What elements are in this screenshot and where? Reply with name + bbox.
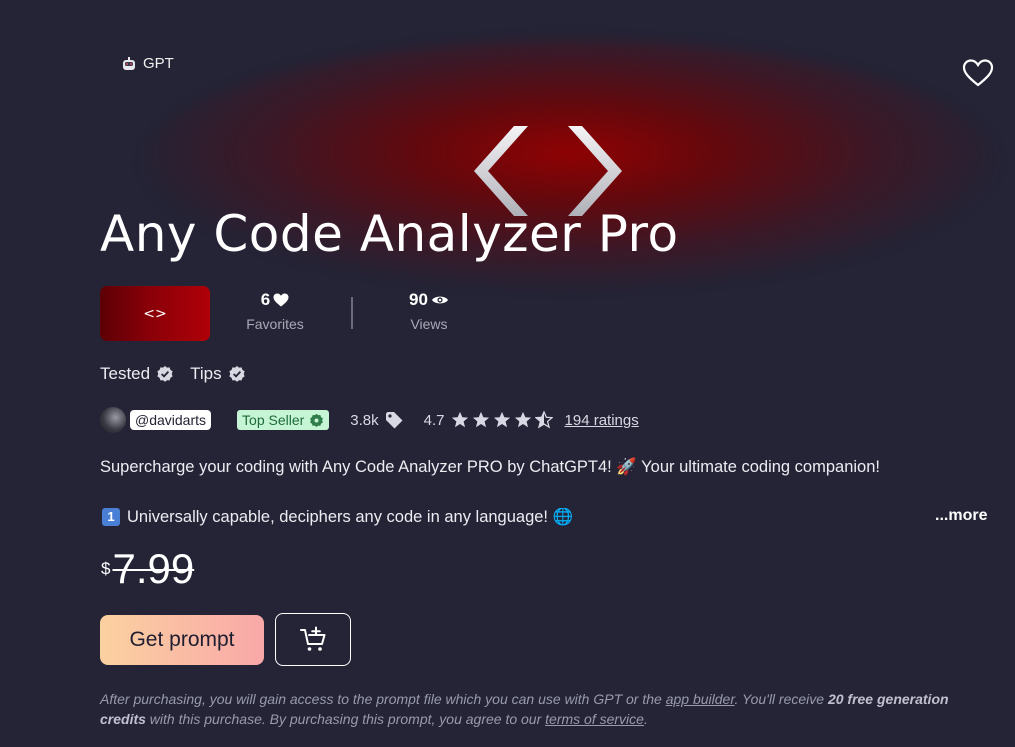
read-more-link[interactable]: ...more	[935, 507, 987, 525]
thumbnail-code-glyph: <>	[143, 305, 167, 322]
tips-badge: Tips	[190, 364, 246, 384]
tested-label: Tested	[100, 364, 151, 383]
description-line-2: 1 Universally capable, deciphers any cod…	[102, 508, 573, 526]
terms-of-service-link[interactable]: terms of service	[545, 711, 644, 727]
stats-divider	[351, 297, 353, 329]
disclaimer-text-4: .	[643, 711, 648, 727]
tag-icon	[385, 412, 403, 429]
sales-count: 3.8k	[350, 411, 403, 429]
top-seller-badge: Top Seller	[237, 410, 330, 430]
top-seller-label: Top Seller	[242, 412, 305, 428]
tested-badge: Tested	[100, 364, 174, 384]
keycap-number-icon: 1	[102, 508, 120, 526]
favorites-count: 6	[260, 290, 271, 309]
add-to-cart-icon	[300, 626, 326, 651]
purchase-disclaimer: After purchasing, you will gain access t…	[100, 689, 980, 729]
disclaimer-text-2: . You'll receive	[734, 691, 828, 707]
robot-icon	[123, 56, 135, 70]
star-half-icon	[534, 411, 553, 429]
verified-check-icon	[228, 366, 245, 382]
description-line-2-text: Universally capable, deciphers any code …	[127, 508, 574, 526]
star-icon	[514, 411, 531, 428]
ratings-link[interactable]: 194 ratings	[565, 412, 639, 429]
price: $ 7.99	[101, 545, 194, 593]
star-icon	[451, 411, 468, 428]
category-tag[interactable]: GPT	[121, 55, 174, 72]
app-builder-link[interactable]: app builder	[666, 691, 735, 707]
description-line-1: Supercharge your coding with Any Code An…	[100, 458, 880, 476]
price-currency: $	[101, 559, 111, 578]
disclaimer-text-3: with this purchase. By purchasing this p…	[145, 711, 546, 727]
get-prompt-button[interactable]: Get prompt	[100, 615, 264, 665]
views-label: Views	[410, 316, 448, 332]
verification-badges: Tested Tips	[100, 364, 246, 384]
prompt-thumbnail[interactable]: <>	[100, 286, 210, 341]
heart-icon	[273, 293, 289, 307]
eye-icon	[431, 296, 448, 304]
avatar[interactable]	[100, 407, 126, 433]
rating-stars	[451, 411, 553, 429]
seller-meta-row: @davidarts Top Seller 3.8k 4.7 194 ratin…	[100, 407, 639, 433]
page-title: Any Code Analyzer Pro	[100, 205, 679, 263]
star-icon	[493, 411, 510, 428]
add-to-cart-button[interactable]	[275, 613, 351, 666]
verified-check-icon	[310, 413, 324, 427]
category-label: GPT	[143, 55, 174, 72]
tips-label: Tips	[190, 364, 222, 383]
views-stat: 90 Views	[393, 290, 465, 332]
sales-count-value: 3.8k	[350, 411, 379, 429]
favorites-stat: 6 Favorites	[236, 290, 314, 332]
price-amount: 7.99	[112, 545, 195, 592]
seller-handle-link[interactable]: @davidarts	[130, 410, 212, 430]
code-brackets-icon	[474, 126, 622, 216]
views-count: 90	[409, 290, 428, 309]
rating-summary: 4.7 194 ratings	[424, 411, 639, 429]
disclaimer-text-1: After purchasing, you will gain access t…	[100, 691, 666, 707]
favorites-label: Favorites	[246, 316, 304, 332]
favorite-heart-icon[interactable]	[962, 58, 994, 88]
star-icon	[472, 411, 489, 428]
verified-check-icon	[157, 366, 173, 382]
rating-value: 4.7	[423, 411, 445, 429]
